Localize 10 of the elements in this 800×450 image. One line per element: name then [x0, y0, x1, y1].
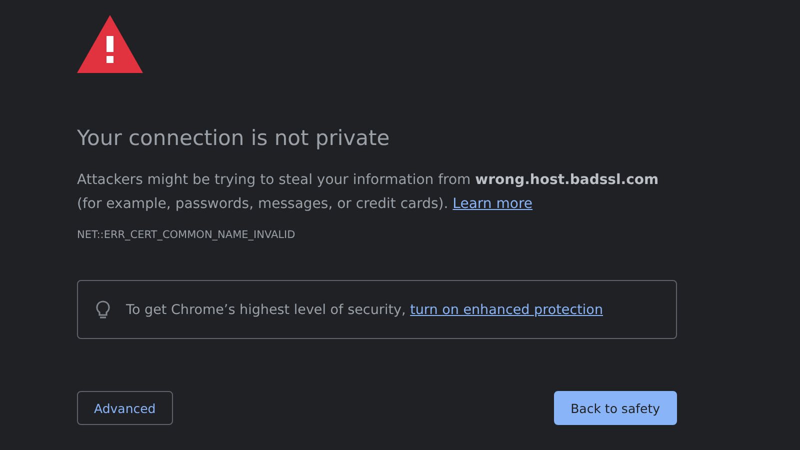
back-button[interactable]: Back to safety	[554, 391, 677, 425]
learn-more-link[interactable]: Learn more	[452, 196, 533, 212]
warning-icon	[77, 15, 143, 73]
tip-text: To get Chrome’s highest level of security, turn on enhanced protection	[126, 302, 603, 318]
description-text: Attackers might be trying to steal your information from wrong.host.badssl.com (for example, passwords, messages, or credit cards). Learn more	[77, 171, 660, 214]
advanced-button[interactable]: Advanced	[77, 391, 173, 425]
page-title: Your connection is not private	[77, 125, 391, 152]
lightbulb-icon	[94, 300, 112, 320]
error-code: NET::ERR_CERT_COMMON_NAME_INVALID	[77, 228, 296, 242]
enhanced-protection-link[interactable]: turn on enhanced protection	[410, 302, 603, 318]
